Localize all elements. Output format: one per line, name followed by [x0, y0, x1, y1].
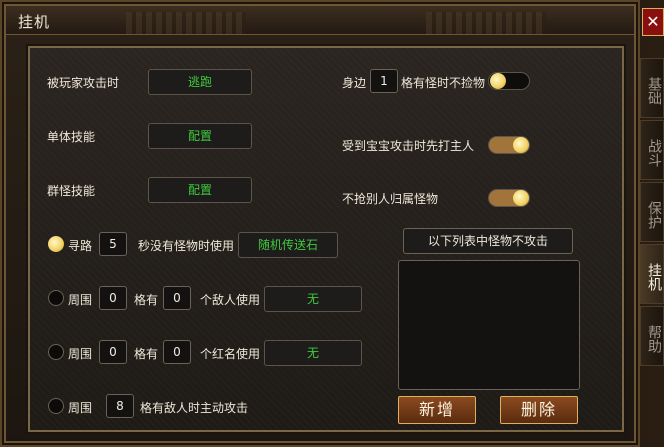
title-ornament-left	[126, 12, 246, 34]
title-ornament-right	[426, 12, 546, 34]
surround-enemy-count-input[interactable]: 0	[163, 286, 191, 310]
pathfind-label: 寻路	[68, 239, 93, 253]
no-steal-label: 不抢别人归属怪物	[342, 192, 439, 206]
auto-attack-label: 周围	[68, 401, 93, 415]
no-pickup-suffix-label: 格有怪时不捡物	[401, 76, 486, 90]
pathfind-seconds-input[interactable]: 5	[99, 232, 127, 256]
exclude-monster-list[interactable]	[398, 260, 580, 390]
no-pickup-prefix-label: 身边	[342, 76, 367, 90]
surround-red-range-input[interactable]: 0	[99, 340, 127, 364]
surround-red-label: 周围	[68, 347, 93, 361]
surround-red-count-input[interactable]: 0	[163, 340, 191, 364]
surround-enemy-range-input[interactable]: 0	[99, 286, 127, 310]
tab-help[interactable]: 帮助	[640, 306, 664, 366]
attacked-by-player-action-button[interactable]: 逃跑	[148, 69, 252, 95]
toggle-knob	[513, 137, 529, 153]
surround-red-suffix-label: 个红名使用	[200, 347, 261, 361]
tab-combat[interactable]: 战斗	[640, 120, 664, 180]
add-button[interactable]: 新增	[398, 396, 476, 424]
tab-protect[interactable]: 保护	[640, 182, 664, 242]
auto-attack-range-input[interactable]: 8	[106, 394, 134, 418]
pathfind-radio[interactable]	[48, 236, 64, 252]
single-skill-label: 单体技能	[47, 130, 96, 144]
surround-enemy-mid-label: 格有	[134, 293, 159, 307]
close-icon[interactable]: ✕	[642, 8, 664, 36]
toggle-knob	[490, 73, 506, 89]
attacked-by-player-label: 被玩家攻击时	[47, 76, 120, 90]
auto-battle-window: 挂机 被玩家攻击时 逃跑 单体技能 配置 群怪技能 配置 寻路 5 秒没有怪物时…	[0, 0, 640, 447]
auto-attack-radio[interactable]	[48, 398, 64, 414]
no-pickup-range-input[interactable]: 1	[370, 69, 398, 93]
single-skill-config-button[interactable]: 配置	[148, 123, 252, 149]
surround-enemy-suffix-label: 个敌人使用	[200, 293, 261, 307]
surround-enemy-radio[interactable]	[48, 290, 64, 306]
no-steal-toggle[interactable]	[488, 189, 530, 207]
delete-button[interactable]: 删除	[500, 396, 578, 424]
title-bar[interactable]: 挂机	[6, 6, 634, 35]
exclude-list-title: 以下列表中怪物不攻击	[403, 228, 573, 254]
surround-enemy-label: 周围	[68, 293, 93, 307]
surround-red-item-button[interactable]: 无	[264, 340, 362, 366]
toggle-knob	[513, 190, 529, 206]
tab-basic[interactable]: 基础	[640, 58, 664, 118]
auto-attack-suffix-label: 格有敌人时主动攻击	[140, 401, 249, 415]
window-title: 挂机	[18, 13, 51, 31]
attack-owner-first-toggle[interactable]	[488, 136, 530, 154]
group-skill-config-button[interactable]: 配置	[148, 177, 252, 203]
pathfind-suffix-label: 秒没有怪物时使用	[138, 239, 235, 253]
no-pickup-toggle[interactable]	[488, 72, 530, 90]
surround-enemy-item-button[interactable]: 无	[264, 286, 362, 312]
pathfind-item-button[interactable]: 随机传送石	[238, 232, 338, 258]
attack-owner-first-label: 受到宝宝攻击时先打主人	[342, 139, 475, 153]
group-skill-label: 群怪技能	[47, 184, 96, 198]
surround-red-radio[interactable]	[48, 344, 64, 360]
settings-panel: 被玩家攻击时 逃跑 单体技能 配置 群怪技能 配置 寻路 5 秒没有怪物时使用 …	[28, 46, 624, 432]
surround-red-mid-label: 格有	[134, 347, 159, 361]
tab-auto-battle[interactable]: 挂机	[640, 244, 664, 304]
